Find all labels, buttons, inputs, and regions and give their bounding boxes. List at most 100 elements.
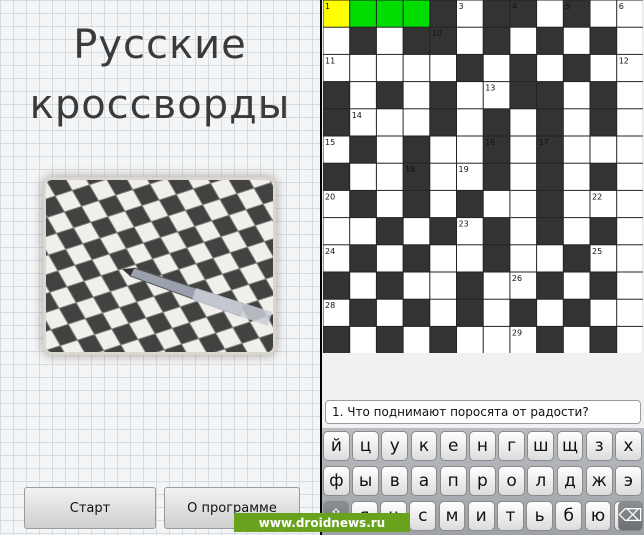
- grid-cell[interactable]: [350, 163, 376, 190]
- key-т[interactable]: т: [497, 501, 524, 531]
- grid-cell[interactable]: [510, 218, 537, 245]
- grid-cell[interactable]: [617, 27, 643, 54]
- grid-cell[interactable]: [376, 299, 403, 326]
- clue-text[interactable]: 1. Что поднимают поросята от радости?: [325, 400, 641, 424]
- grid-cell[interactable]: [563, 326, 590, 353]
- grid-cell[interactable]: [403, 218, 430, 245]
- grid-cell[interactable]: [617, 326, 643, 353]
- grid-cell[interactable]: [376, 245, 403, 272]
- grid-cell[interactable]: [510, 190, 537, 218]
- key-б[interactable]: б: [555, 501, 583, 531]
- key-ж[interactable]: ж: [585, 466, 613, 496]
- key-и[interactable]: и: [467, 501, 495, 531]
- key-й[interactable]: й: [323, 431, 350, 461]
- start-button[interactable]: Старт: [24, 487, 156, 529]
- key-п[interactable]: п: [439, 466, 467, 496]
- grid-cell[interactable]: [376, 27, 403, 54]
- grid-cell[interactable]: [403, 326, 430, 353]
- grid-cell[interactable]: [323, 218, 350, 245]
- grid-cell[interactable]: [350, 218, 376, 245]
- grid-cell[interactable]: [510, 109, 537, 136]
- grid-cell[interactable]: [563, 190, 590, 218]
- grid-cell[interactable]: [563, 218, 590, 245]
- key-а[interactable]: а: [410, 466, 438, 496]
- grid-cell[interactable]: [403, 54, 430, 82]
- grid-cell[interactable]: [457, 326, 483, 353]
- grid-cell[interactable]: [483, 54, 510, 82]
- grid-cell[interactable]: [483, 299, 510, 326]
- grid-cell[interactable]: [510, 27, 537, 54]
- grid-cell[interactable]: [510, 163, 537, 190]
- grid-cell[interactable]: [617, 109, 643, 136]
- grid-cell[interactable]: [537, 245, 563, 272]
- key-ц[interactable]: ц: [352, 431, 379, 461]
- grid-cell[interactable]: [590, 136, 617, 163]
- key-н[interactable]: н: [469, 431, 496, 461]
- key-щ[interactable]: щ: [556, 431, 584, 461]
- grid-cell[interactable]: [376, 109, 403, 136]
- grid-cell[interactable]: [537, 0, 563, 27]
- grid-cell[interactable]: [617, 163, 643, 190]
- grid-cell[interactable]: [430, 245, 456, 272]
- key-у[interactable]: у: [381, 431, 409, 461]
- key-э[interactable]: э: [615, 466, 642, 496]
- grid-cell[interactable]: [483, 190, 510, 218]
- key-г[interactable]: г: [498, 431, 525, 461]
- grid-cell[interactable]: [483, 272, 510, 299]
- key-х[interactable]: х: [615, 431, 642, 461]
- grid-cell[interactable]: [617, 190, 643, 218]
- grid-cell[interactable]: [510, 245, 537, 272]
- grid-cell[interactable]: [590, 299, 617, 326]
- grid-cell[interactable]: [350, 0, 376, 27]
- grid-cell[interactable]: [376, 190, 403, 218]
- key-к[interactable]: к: [410, 431, 438, 461]
- grid-cell[interactable]: [617, 245, 643, 272]
- grid-cell[interactable]: [457, 27, 483, 54]
- grid-cell[interactable]: [617, 136, 643, 163]
- grid-cell[interactable]: [563, 136, 590, 163]
- grid-cell[interactable]: [430, 163, 456, 190]
- grid-cell[interactable]: [350, 54, 376, 82]
- grid-cell[interactable]: [510, 136, 537, 163]
- grid-cell[interactable]: [350, 272, 376, 299]
- grid-cell[interactable]: [457, 82, 483, 109]
- key-е[interactable]: е: [439, 431, 467, 461]
- grid-cell[interactable]: [590, 54, 617, 82]
- grid-cell[interactable]: [617, 82, 643, 109]
- key-з[interactable]: з: [585, 431, 613, 461]
- grid-cell[interactable]: [430, 190, 456, 218]
- grid-cell[interactable]: [430, 299, 456, 326]
- grid-cell[interactable]: [483, 326, 510, 353]
- grid-cell[interactable]: [376, 0, 403, 27]
- grid-cell[interactable]: [430, 272, 456, 299]
- grid-cell[interactable]: [457, 136, 483, 163]
- key-ф[interactable]: ф: [323, 466, 350, 496]
- grid-cell[interactable]: [617, 272, 643, 299]
- grid-cell[interactable]: [537, 54, 563, 82]
- grid-cell[interactable]: [617, 299, 643, 326]
- grid-cell[interactable]: [563, 163, 590, 190]
- grid-cell[interactable]: [563, 27, 590, 54]
- key-д[interactable]: д: [556, 466, 584, 496]
- grid-cell[interactable]: [376, 54, 403, 82]
- key-о[interactable]: о: [498, 466, 525, 496]
- grid-cell[interactable]: [350, 326, 376, 353]
- crossword-grid[interactable]: 1 3 4 5 6 10 11 12 13 14 15 16 17 18 19 20 22 23 24 25 26 28 2…: [323, 0, 643, 353]
- key-р[interactable]: р: [469, 466, 496, 496]
- key-ы[interactable]: ы: [352, 466, 379, 496]
- key-л[interactable]: л: [527, 466, 555, 496]
- grid-cell[interactable]: [617, 218, 643, 245]
- grid-cell[interactable]: [403, 0, 430, 27]
- key-в[interactable]: в: [381, 466, 409, 496]
- grid-cell[interactable]: [457, 109, 483, 136]
- grid-cell[interactable]: [350, 82, 376, 109]
- grid-cell[interactable]: [403, 272, 430, 299]
- grid-cell[interactable]: [376, 136, 403, 163]
- grid-cell[interactable]: [457, 245, 483, 272]
- grid-cell[interactable]: [563, 272, 590, 299]
- grid-cell[interactable]: [376, 163, 403, 190]
- grid-cell[interactable]: [563, 109, 590, 136]
- grid-cell[interactable]: [430, 54, 456, 82]
- grid-cell[interactable]: [590, 0, 617, 27]
- key-м[interactable]: м: [438, 501, 466, 531]
